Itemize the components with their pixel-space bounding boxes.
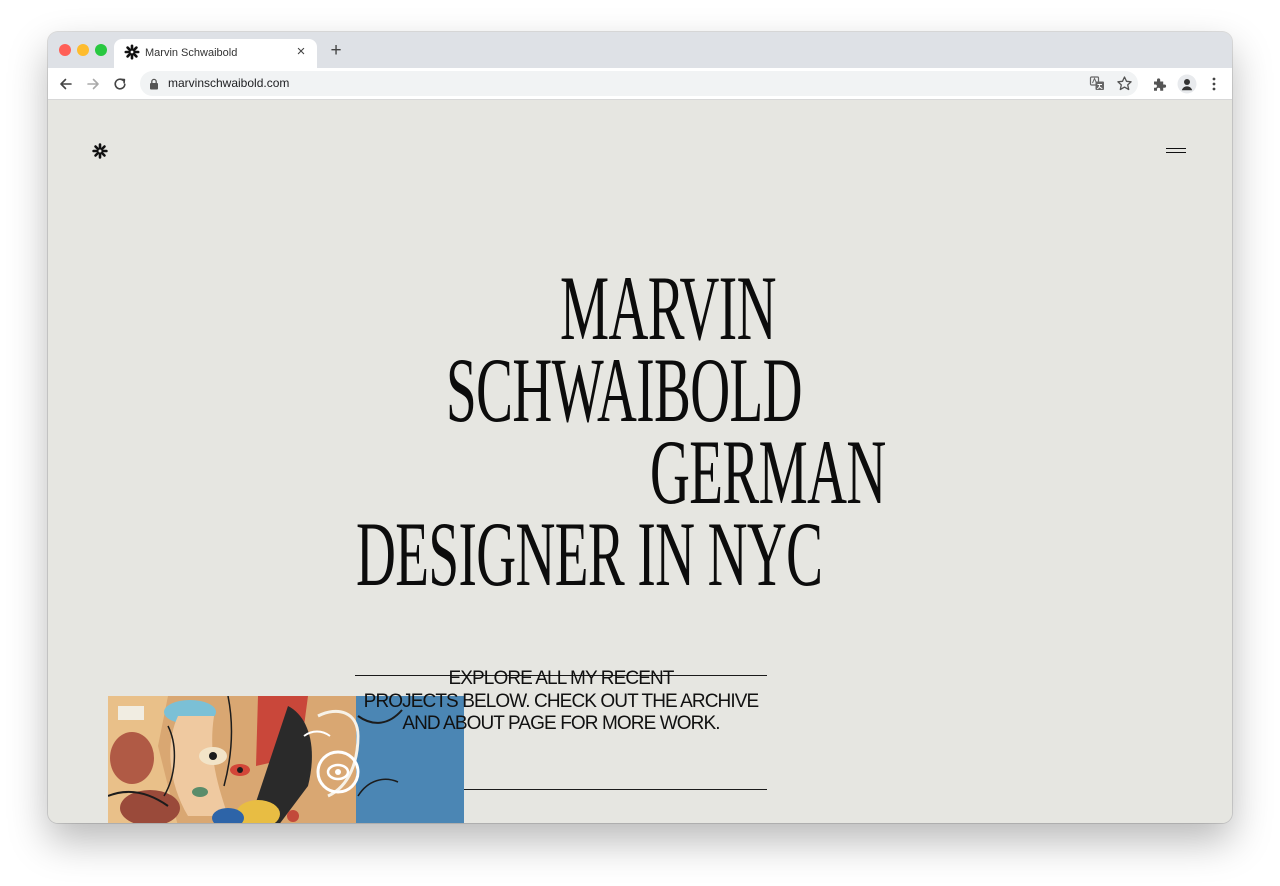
lock-icon [150, 78, 158, 90]
intro-text: EXPLORE ALL MY RECENT PROJECTS BELOW. CH… [355, 668, 767, 736]
reload-icon[interactable] [111, 75, 129, 93]
browser-titlebar: Marvin Schwaibold × + [48, 32, 1232, 68]
web-page: MARVIN SCHWAIBOLD GERMAN DESIGNER IN NYC [48, 100, 1232, 823]
star-icon[interactable] [1116, 75, 1133, 92]
new-tab-button[interactable]: + [327, 41, 345, 60]
browser-tab[interactable]: Marvin Schwaibold × [114, 39, 317, 68]
hamburger-menu-icon[interactable] [1166, 146, 1188, 156]
back-arrow-icon[interactable] [57, 75, 75, 93]
site-logo-asterisk-icon[interactable] [92, 143, 108, 159]
intro-line-1: EXPLORE ALL MY RECENT [448, 668, 674, 689]
intro-line-2: PROJECTS BELOW. CHECK OUT THE ARCHIVE [363, 690, 760, 712]
window-close-button[interactable] [59, 44, 71, 56]
window-maximize-button[interactable] [95, 44, 107, 56]
profile-icon[interactable] [1177, 74, 1197, 94]
intro-line-3: AND ABOUT PAGE FOR MORE WORK. [402, 713, 720, 734]
browser-toolbar: marvinschwaibold.com [48, 68, 1232, 100]
tab-title: Marvin Schwaibold [145, 47, 238, 59]
extensions-icon[interactable] [1151, 75, 1169, 93]
hero-title-line-2: SCHWAIBOLD [446, 339, 802, 441]
url-text: marvinschwaibold.com [168, 76, 290, 90]
asterisk-logo-icon [124, 44, 140, 60]
hero-title-line-1: MARVIN [560, 257, 776, 359]
hero-title-line-4: DESIGNER IN NYC [356, 503, 823, 605]
translate-icon[interactable] [1089, 75, 1106, 92]
window-minimize-button[interactable] [77, 44, 89, 56]
tab-close-icon[interactable]: × [293, 44, 309, 60]
browser-window: Marvin Schwaibold × + marvinschwaibold.c… [48, 32, 1232, 823]
more-icon[interactable] [1205, 75, 1223, 93]
address-bar[interactable]: marvinschwaibold.com [140, 71, 1138, 96]
forward-arrow-icon[interactable] [84, 75, 102, 93]
hero-title-line-3: GERMAN [650, 421, 886, 523]
